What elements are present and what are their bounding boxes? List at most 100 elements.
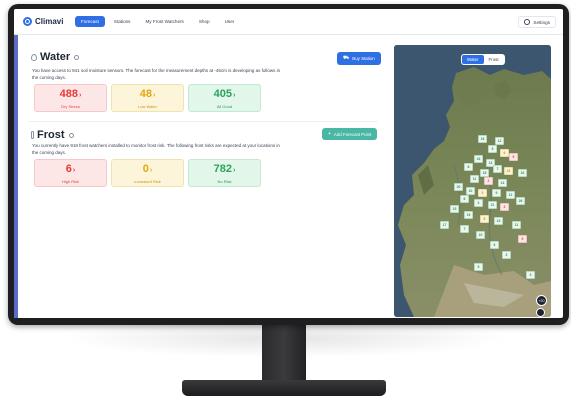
map-marker[interactable]: 16 xyxy=(478,135,487,143)
map-marker[interactable]: 34 xyxy=(518,169,527,177)
map-marker[interactable]: 4 xyxy=(474,199,483,207)
map-marker[interactable]: 15 xyxy=(450,205,459,213)
map-marker[interactable]: 6 xyxy=(460,195,469,203)
water-cards: 488› Dry Stress 48› Low Water 405› All G… xyxy=(34,84,261,112)
all-good-label: All Good xyxy=(216,103,233,109)
map-marker[interactable]: 2 xyxy=(484,177,493,185)
map-layer-toggle: Water Frost xyxy=(461,54,505,65)
no-risk-value: 782 xyxy=(213,162,232,175)
monitor-stand-base xyxy=(182,380,386,396)
high-risk-value: 6 xyxy=(65,162,72,175)
monitor-mockup: Climavi Forecast Stations My Frost Watch… xyxy=(0,0,571,401)
dry-stress-label: Dry Stress xyxy=(61,103,80,109)
map-marker[interactable]: 17 xyxy=(440,221,449,229)
plus-icon: + xyxy=(328,131,331,137)
add-forecast-point-button[interactable]: + Add Forecast Point xyxy=(322,128,378,140)
map-marker[interactable]: 18 xyxy=(480,169,489,177)
tab-user[interactable]: User xyxy=(219,16,241,27)
monitor-stand-neck xyxy=(262,325,306,382)
panel-edge-accent xyxy=(14,35,18,318)
map-marker[interactable]: 12 xyxy=(495,137,504,145)
map-marker[interactable]: 13 xyxy=(494,217,503,225)
map-marker[interactable]: 8 xyxy=(464,163,473,171)
no-risk-label: No Risk xyxy=(217,178,232,184)
add-forecast-point-label: Add Forecast Point xyxy=(333,131,372,137)
map-marker[interactable]: 9 xyxy=(474,263,483,271)
buy-station-button[interactable]: ⛟ Buy Station xyxy=(337,52,381,65)
frost-title: Frost xyxy=(37,129,65,141)
map-marker[interactable]: 9 xyxy=(492,189,501,197)
map-marker[interactable]: 5 xyxy=(488,145,497,153)
high-risk-card[interactable]: 6› High Risk xyxy=(34,159,107,187)
map-marker[interactable]: 5 xyxy=(478,189,487,197)
tab-my-frost-watchers[interactable]: My Frost Watchers xyxy=(139,16,189,27)
water-drop-icon xyxy=(31,53,37,61)
increased-risk-card[interactable]: 0› Increased Risk xyxy=(111,159,184,187)
map-toggle-frost[interactable]: Frost xyxy=(484,55,504,64)
map-marker[interactable]: 9 xyxy=(509,153,518,161)
map-marker[interactable]: 3 xyxy=(526,271,535,279)
dry-stress-card[interactable]: 488› Dry Stress xyxy=(34,84,107,112)
tab-forecast[interactable]: Forecast xyxy=(75,16,105,27)
frost-description: You currently have 918 frost watchers in… xyxy=(32,143,280,155)
map-marker[interactable]: 11 xyxy=(470,175,479,183)
map-marker[interactable]: 6 xyxy=(490,241,499,249)
dry-stress-value: 488 xyxy=(59,87,78,100)
all-good-value: 405 xyxy=(213,87,232,100)
map-marker[interactable]: 7 xyxy=(493,165,502,173)
map-marker[interactable]: 11 xyxy=(512,221,521,229)
map-marker[interactable]: 6 xyxy=(500,149,509,157)
nav-tabs: Forecast Stations My Frost Watchers Shop… xyxy=(75,16,243,27)
chevron-right-icon: › xyxy=(233,166,236,174)
map-marker[interactable]: 7 xyxy=(460,225,469,233)
map-marker[interactable]: 22 xyxy=(504,167,513,175)
info-icon[interactable] xyxy=(74,54,80,60)
gear-icon xyxy=(524,19,531,25)
logo-icon xyxy=(23,17,32,26)
thermometer-icon xyxy=(31,131,34,139)
map-marker[interactable]: 21 xyxy=(488,201,497,209)
app-logo[interactable]: Climavi xyxy=(23,17,75,26)
map-marker[interactable]: 5 xyxy=(518,235,527,243)
map-toggle-water[interactable]: Water xyxy=(462,55,484,64)
map-marker[interactable]: 19 xyxy=(464,211,473,219)
water-title: Water xyxy=(40,51,71,63)
low-water-card[interactable]: 48› Low Water xyxy=(111,84,184,112)
low-water-value: 48 xyxy=(139,87,152,100)
map-marker[interactable]: 24 xyxy=(474,155,483,163)
chevron-right-icon: › xyxy=(233,91,236,99)
map-marker[interactable]: 8 xyxy=(480,215,489,223)
chevron-right-icon: › xyxy=(149,166,153,174)
stations-map[interactable]: Water Frost 16 5 12 6 24 13 9 8 18 7 22 34 11 2 14 20 10… xyxy=(394,45,551,317)
monitor-frame: Climavi Forecast Stations My Frost Watch… xyxy=(8,4,569,325)
map-marker[interactable]: 14 xyxy=(498,179,507,187)
map-marker[interactable]: 20 xyxy=(454,183,463,191)
increased-risk-value: 0 xyxy=(142,162,149,175)
map-marker[interactable]: 10 xyxy=(466,187,475,195)
cart-icon: ⛟ xyxy=(343,55,350,61)
app-screen: Climavi Forecast Stations My Frost Watch… xyxy=(14,9,563,318)
settings-label: Settings xyxy=(533,19,550,25)
map-marker[interactable]: 10 xyxy=(476,231,485,239)
frost-header: Frost xyxy=(31,129,74,141)
chevron-right-icon: › xyxy=(79,91,82,99)
settings-button[interactable]: Settings xyxy=(518,16,556,28)
tab-stations[interactable]: Stations xyxy=(108,16,137,27)
cluster-zoom-badge[interactable]: +20 xyxy=(536,295,547,306)
water-description: You have access to 941 soil moisture sen… xyxy=(32,68,281,80)
increased-risk-label: Increased Risk xyxy=(134,178,161,184)
info-icon[interactable] xyxy=(68,132,74,138)
tab-shop[interactable]: Shop xyxy=(193,16,216,27)
map-control-button[interactable] xyxy=(536,308,545,317)
frost-cards: 6› High Risk 0› Increased Risk 782› No R… xyxy=(34,159,261,187)
map-marker[interactable]: 12 xyxy=(506,191,515,199)
no-risk-card[interactable]: 782› No Risk xyxy=(188,159,261,187)
low-water-label: Low Water xyxy=(138,103,157,109)
water-header: Water xyxy=(31,51,80,63)
top-navbar: Climavi Forecast Stations My Frost Watch… xyxy=(14,9,563,35)
all-good-card[interactable]: 405› All Good xyxy=(188,84,261,112)
map-marker[interactable]: 26 xyxy=(516,197,525,205)
map-marker[interactable]: 2 xyxy=(502,251,511,259)
logo-text: Climavi xyxy=(35,17,64,26)
map-marker[interactable]: 3 xyxy=(500,203,509,211)
